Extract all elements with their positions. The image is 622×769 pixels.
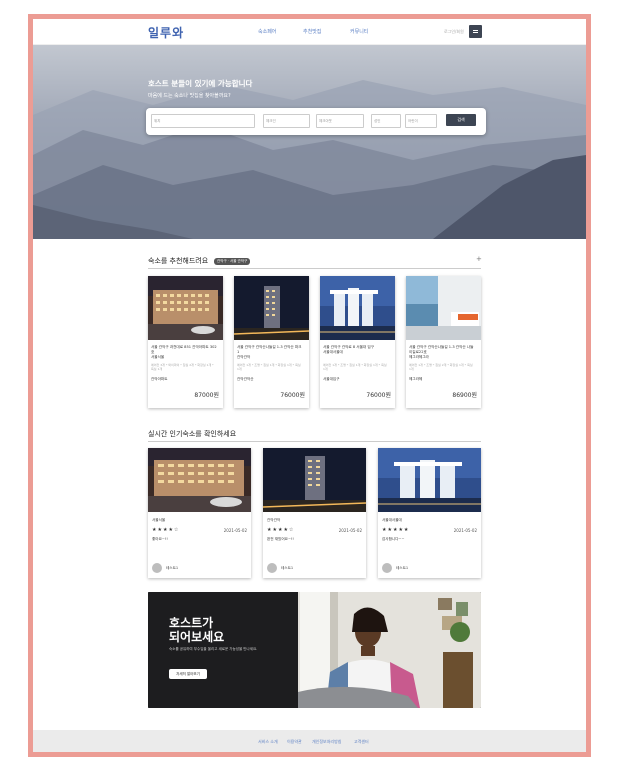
login-link[interactable]: 로그인/회원 — [444, 29, 464, 35]
card-options: 에어컨 1개 * 조명 * 침실 1개 * 화장실 1개 * 욕실 1개 — [237, 363, 301, 371]
review-location: 관악관악 — [267, 518, 281, 522]
more-plus-icon[interactable]: + — [476, 255, 482, 263]
card-options: 에어컨 3개 * 와이파이 * 침실 2개 * 화장실 1개 * 욕실 1개 — [151, 363, 214, 371]
review-text: 좋아요~!! — [152, 537, 168, 541]
card-station: 서울대입구 — [323, 377, 340, 381]
hero-subtitle: 마음에 드는 숙소나 맛집을 찾아볼까요? — [148, 93, 231, 99]
location-tag[interactable]: 관악구 · 서울 관악구 — [214, 258, 251, 265]
review-location: 서울대서울대 — [382, 518, 402, 522]
hotel-photo — [148, 448, 251, 512]
header: 일루와 숙소페어 추천맛집 커뮤니티 로그인/회원 — [33, 19, 586, 45]
footer-link-privacy[interactable]: 개인정보처리방침 — [312, 739, 341, 745]
review-date: 2021-05-02 — [223, 528, 247, 533]
card-station: 관악아파트 — [151, 377, 168, 381]
banner-subtitle: 숙소를 공유하여 부수입을 올리고 새로운 가능성을 만나세요. — [169, 647, 258, 651]
popular-card[interactable]: 서울대서울대 ★★★★★ 2021-05-02 감사합니다~~ 테스트1 — [378, 448, 481, 578]
banner-title: 호스트가 되어보세요 — [169, 616, 225, 644]
nav-restaurants[interactable]: 추천맛집 — [303, 28, 321, 35]
lodging-card[interactable]: 서울 관악구 과천대로 851 관악아파트 302호 서울서울 에어컨 3개 * … — [148, 276, 223, 408]
footer-link-terms[interactable]: 이용약관 — [287, 739, 302, 745]
reviewer-name: 테스트1 — [281, 566, 294, 570]
review-location: 서울서울 — [152, 518, 166, 522]
hotel-photo — [378, 448, 481, 512]
hero-title: 호스트 분들이 있기에 가능합니다 — [148, 79, 253, 88]
nav-community[interactable]: 커뮤니티 — [350, 28, 368, 35]
card-station: 관악관악산 — [237, 377, 254, 381]
card-address: 서울 관악구 과천대로 851 관악아파트 302호 서울서울 — [151, 345, 217, 359]
page: 일루와 숙소페어 추천맛집 커뮤니티 로그인/회원 호스트 분들이 있기에 가능… — [33, 19, 586, 752]
review-text: 감사합니다~~ — [382, 537, 405, 541]
hamburger-icon — [473, 30, 478, 31]
card-station: 헤그라헤 — [409, 377, 423, 381]
avatar — [267, 563, 277, 573]
avatar — [152, 563, 162, 573]
hotel-photo — [234, 276, 309, 340]
popular-card[interactable]: 서울서울 ★★★★☆ 2021-05-02 좋아요~!! 테스트1 — [148, 448, 251, 578]
child-input[interactable]: 어린이 — [405, 114, 437, 128]
popular-card[interactable]: 관악관악 ★★★★☆ 2021-05-02 완전 재밌어요~!! 테스트1 — [263, 448, 366, 578]
divider — [148, 441, 481, 442]
reviewer-name: 테스트1 — [396, 566, 409, 570]
hero-section: 호스트 분들이 있기에 가능합니다 마음에 드는 숙소나 맛집을 찾아볼까요? … — [33, 45, 586, 239]
adult-input[interactable]: 성인 — [371, 114, 401, 128]
search-form: 위치 체크인 체크아웃 성인 어린이 검색 — [146, 108, 486, 135]
room-photo — [406, 276, 481, 340]
card-options: 에어컨 1개 * 조명 * 침실 2개 * 화장실 1개 * 욕실 1개 — [409, 363, 473, 371]
review-text: 완전 재밌어요~!! — [267, 537, 294, 541]
menu-button[interactable] — [469, 25, 482, 38]
card-address: 서울 관악구 관악로 8 서울대 입구 서울대서울대 — [323, 345, 374, 354]
lodging-card[interactable]: 서울 관악구 관악로 8 서울대 입구 서울대서울대 에어컨 1개 * 조명 * … — [320, 276, 395, 408]
search-button[interactable]: 검색 — [446, 114, 476, 126]
reviewer-name: 테스트1 — [166, 566, 179, 570]
card-price: 86900원 — [452, 392, 477, 399]
footer-link-support[interactable]: 고객센터 — [354, 739, 369, 745]
card-price: 87000원 — [194, 392, 219, 399]
footer: 서비스 소개 이용약관 개인정보처리방침 고객센터 — [33, 730, 586, 752]
lodging-card[interactable]: 서울 관악구 관악산나들길 1-3 관악산 나들이길로22호 헤그라헤그라 에어컨… — [406, 276, 481, 408]
logo[interactable]: 일루와 — [148, 24, 184, 41]
card-address: 서울 관악구 관악산나들길 1-3 관악산 나들이길로22호 헤그라헤그라 — [409, 345, 474, 359]
card-address: 서울 관악구 관악산나들길 1-3 관악산 파크1 관악관악 — [237, 345, 302, 359]
footer-link-about[interactable]: 서비스 소개 — [258, 739, 278, 745]
recommend-title: 숙소를 추천해드려요 — [148, 257, 209, 265]
hamburger-icon-line — [473, 32, 478, 33]
star-rating: ★★★★☆ — [152, 527, 180, 533]
card-price: 76000원 — [366, 392, 391, 399]
mountain-background — [33, 80, 586, 239]
card-price: 76000원 — [280, 392, 305, 399]
browser-frame: 일루와 숙소페어 추천맛집 커뮤니티 로그인/회원 호스트 분들이 있기에 가능… — [28, 14, 591, 757]
hotel-photo — [263, 448, 366, 512]
star-rating: ★★★★★ — [382, 527, 410, 533]
nav-lodging[interactable]: 숙소페어 — [258, 28, 276, 35]
learn-more-button[interactable]: 자세히 알아보기 — [169, 669, 207, 679]
location-input[interactable]: 위치 — [151, 114, 255, 128]
checkin-input[interactable]: 체크인 — [263, 114, 310, 128]
hotel-photo — [148, 276, 223, 340]
avatar — [382, 563, 392, 573]
card-options: 에어컨 1개 * 조명 * 침실 1개 * 화장실 1개 * 욕실 1개 — [323, 363, 387, 371]
review-date: 2021-05-02 — [338, 528, 362, 533]
host-banner: 호스트가 되어보세요 숙소를 공유하여 부수입을 올리고 새로운 가능성을 만나세… — [148, 592, 481, 708]
popular-title: 실시간 인기숙소를 확인하세요 — [148, 430, 237, 438]
checkout-input[interactable]: 체크아웃 — [316, 114, 364, 128]
divider — [148, 268, 481, 269]
lodging-card[interactable]: 서울 관악구 관악산나들길 1-3 관악산 파크1 관악관악 에어컨 1개 * 조… — [234, 276, 309, 408]
hotel-photo — [320, 276, 395, 340]
review-date: 2021-05-02 — [453, 528, 477, 533]
star-rating: ★★★★☆ — [267, 527, 295, 533]
